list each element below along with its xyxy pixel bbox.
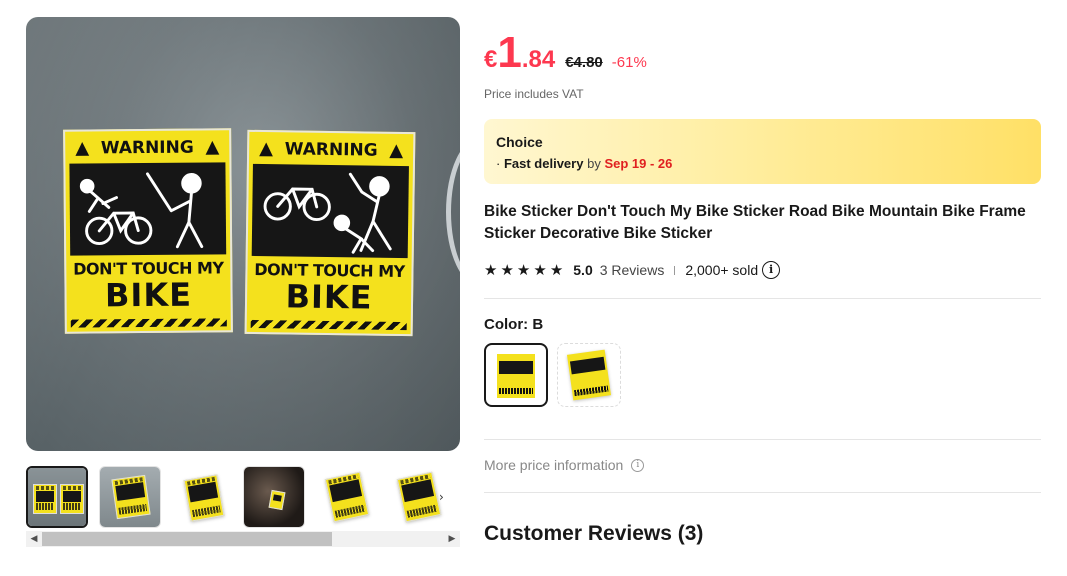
sticker-warning-text: WARNING (284, 139, 378, 161)
hazard-stripe (250, 319, 407, 331)
divider (484, 439, 1041, 440)
product-title: Bike Sticker Don't Touch My Bike Sticker… (484, 203, 1026, 242)
thumbnail-strip (26, 466, 460, 530)
chevron-right-icon[interactable]: › (439, 490, 444, 504)
sticker-pictogram (251, 163, 409, 259)
color-label: Color: B (484, 316, 544, 333)
original-price: €4.80 (565, 54, 603, 71)
discount-badge: -61% (611, 54, 647, 71)
bullet: · (496, 156, 501, 171)
swatch-sticker (566, 349, 612, 401)
thumbnail-2[interactable] (99, 466, 161, 528)
thumbnail-5[interactable] (316, 466, 378, 528)
star-icon: ★ (533, 260, 547, 279)
star-icon: ★ (500, 260, 514, 279)
sticker-caption: DON'T TOUCH MY BIKE (249, 260, 410, 317)
info-icon[interactable]: i (631, 458, 645, 472)
thumbnail-sticker (111, 474, 151, 520)
divider (484, 298, 1041, 299)
warning-triangle-icon: ▲ (75, 137, 90, 159)
star-icon: ★ (549, 260, 564, 279)
sticker-caption: DON'T TOUCH MY BIKE (68, 258, 228, 315)
thumbnail-sticker (60, 484, 84, 514)
hazard-stripe (70, 318, 227, 328)
sticker-caption-line2: BIKE (104, 275, 193, 315)
horizontal-scrollbar[interactable]: ◀ ▶ (26, 531, 460, 547)
sticker-left: ▲ WARNING ▲ DON'T TOUCH MY BIKE (63, 128, 233, 334)
scroll-right-icon[interactable]: ▶ (444, 531, 460, 547)
swatch-sticker (497, 354, 535, 398)
warning-triangle-icon: ▲ (259, 138, 274, 160)
rating-score: 5.0 (573, 262, 593, 278)
delivery-line: · Fast delivery by Sep 19 - 26 (496, 156, 1029, 171)
fast-delivery-label: Fast delivery (503, 156, 584, 171)
info-icon[interactable]: i (762, 261, 781, 279)
bike-bat-pictogram (79, 172, 204, 249)
delivery-by: by (587, 156, 601, 171)
divider (484, 492, 1041, 493)
vat-note: Price includes VAT (484, 87, 584, 101)
reviews-link[interactable]: 3 Reviews (600, 262, 665, 278)
warning-triangle-icon: ▲ (389, 139, 404, 162)
warning-triangle-icon: ▲ (205, 136, 220, 158)
divider-bar (674, 265, 676, 275)
sticker-right: ▲ WARNING ▲ DON'T TOUCH MY BIKE (244, 129, 416, 337)
thumbnail-sticker (33, 484, 57, 514)
sold-count: 2,000+ sold (685, 262, 759, 278)
sticker-warning-bar: ▲ WARNING ▲ (253, 136, 409, 164)
choice-title: Choice (496, 134, 543, 150)
scroll-left-icon[interactable]: ◀ (26, 531, 42, 547)
price-row: € 1 .84 €4.80 -61% (484, 30, 647, 76)
more-price-information[interactable]: More price information i (484, 457, 645, 473)
thumbnail-1[interactable] (26, 466, 88, 528)
scrollbar-thumb[interactable] (42, 532, 332, 546)
price-integer: 1 (497, 28, 522, 77)
price-decimal: .84 (521, 46, 556, 73)
star-icon: ★ (516, 260, 531, 279)
customer-reviews-heading: Customer Reviews (3) (484, 522, 704, 545)
more-price-label: More price information (484, 457, 624, 473)
color-swatch-a[interactable] (557, 343, 621, 407)
choice-banner[interactable]: Choice · Fast delivery by Sep 19 - 26 (484, 119, 1041, 184)
main-product-image[interactable]: ▲ WARNING ▲ DON'T TOUCH MY BIKE ▲ WARNIN… (26, 17, 460, 451)
star-icon: ★ (484, 260, 498, 279)
sticker-warning-bar: ▲ WARNING ▲ (69, 134, 225, 161)
sticker-warning-text: WARNING (100, 137, 194, 159)
price-currency: € (484, 46, 498, 73)
delivery-date: Sep 19 - 26 (604, 156, 673, 171)
thumbnail-sticker (183, 474, 225, 522)
thumbnail-4[interactable] (243, 466, 305, 528)
color-swatch-b[interactable] (484, 343, 548, 407)
thumbnail-3[interactable] (172, 466, 234, 528)
sticker-pictogram (69, 162, 227, 256)
star-rating[interactable]: ★ ★ ★ ★ ★ (484, 260, 564, 279)
rating-row: ★ ★ ★ ★ ★ 5.0 3 Reviews 2,000+ sold i (484, 259, 781, 281)
sticker-caption-line2: BIKE (285, 277, 373, 317)
bike-bat-pictogram (263, 172, 392, 254)
